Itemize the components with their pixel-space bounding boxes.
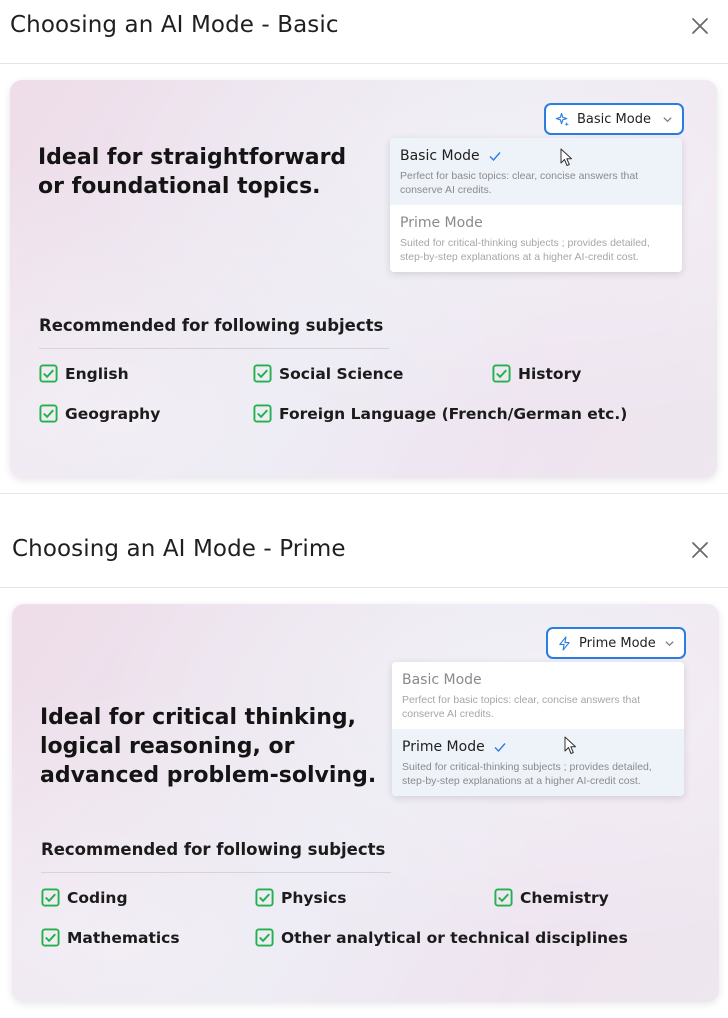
- subject-label: Chemistry: [520, 888, 609, 907]
- mode-dropdown-menu: Basic Mode Perfect for basic topics: cle…: [390, 138, 682, 272]
- recommended-title: Recommended for following subjects: [39, 316, 384, 335]
- close-icon: [692, 18, 708, 34]
- mode-select-dropdown[interactable]: Prime Mode: [546, 627, 686, 659]
- mode-select-label: Basic Mode: [577, 111, 651, 127]
- prime-mode-dialog: Choosing an AI Mode - Prime Ideal for cr…: [0, 524, 728, 1018]
- dialog-header: Choosing an AI Mode - Prime: [0, 524, 728, 588]
- mode-info-card: Ideal for straightforward or foundationa…: [10, 80, 717, 478]
- close-button[interactable]: [690, 540, 710, 560]
- subject-item: History: [492, 364, 581, 383]
- subject-item: Social Science: [253, 364, 403, 383]
- subject-item: English: [39, 364, 129, 383]
- checkbox-checked-icon: [41, 888, 60, 907]
- menu-item-description: Perfect for basic topics: clear, concise…: [400, 170, 639, 196]
- subject-label: Geography: [65, 404, 161, 423]
- close-button[interactable]: [690, 16, 710, 36]
- menu-item-prime-mode[interactable]: Prime Mode Suited for critical-thinking …: [390, 205, 682, 272]
- checkmark-icon: [489, 152, 501, 162]
- basic-mode-dialog: Choosing an AI Mode - Basic Ideal for st…: [0, 0, 728, 494]
- subject-label: Coding: [67, 888, 128, 907]
- subject-label: English: [65, 364, 129, 383]
- divider: [39, 348, 389, 349]
- subject-item: Chemistry: [494, 888, 609, 907]
- checkbox-checked-icon: [39, 404, 58, 423]
- checkbox-checked-icon: [39, 364, 58, 383]
- close-icon: [692, 542, 708, 558]
- checkmark-icon: [494, 743, 506, 753]
- menu-item-title: Prime Mode: [402, 739, 485, 755]
- menu-item-prime-mode[interactable]: Prime Mode Suited for critical-thinking …: [392, 729, 684, 796]
- divider: [41, 872, 391, 873]
- checkbox-checked-icon: [255, 928, 274, 947]
- checkbox-checked-icon: [41, 928, 60, 947]
- lightning-icon: [559, 635, 570, 651]
- mode-info-card: Ideal for critical thinking, logical rea…: [12, 604, 719, 1002]
- subject-label: Other analytical or technical discipline…: [281, 928, 628, 947]
- subject-label: Social Science: [279, 364, 404, 383]
- menu-item-description: Suited for critical-thinking subjects ; …: [402, 761, 652, 787]
- subject-item: Other analytical or technical discipline…: [255, 928, 628, 947]
- subject-item: Physics: [255, 888, 346, 907]
- mode-headline: Ideal for critical thinking, logical rea…: [40, 705, 377, 788]
- checkbox-checked-icon: [494, 888, 513, 907]
- mode-select-label: Prime Mode: [579, 635, 656, 651]
- subject-label: Foreign Language (French/German etc.): [279, 404, 628, 423]
- dialog-header: Choosing an AI Mode - Basic: [0, 0, 728, 64]
- dialog-title: Choosing an AI Mode - Basic: [10, 12, 339, 38]
- menu-item-basic-mode[interactable]: Basic Mode Perfect for basic topics: cle…: [390, 138, 682, 205]
- menu-item-basic-mode[interactable]: Basic Mode Perfect for basic topics: cle…: [392, 662, 684, 729]
- chevron-down-icon: [663, 116, 672, 122]
- dialog-title: Choosing an AI Mode - Prime: [12, 536, 346, 562]
- menu-item-title: Basic Mode: [400, 148, 480, 164]
- checkbox-checked-icon: [253, 364, 272, 383]
- chevron-down-icon: [665, 640, 674, 646]
- subject-item: Geography: [39, 404, 160, 423]
- mouse-cursor-icon: [560, 148, 572, 166]
- mode-headline: Ideal for straightforward or foundationa…: [38, 145, 347, 199]
- checkbox-checked-icon: [253, 404, 272, 423]
- subject-item: Foreign Language (French/German etc.): [253, 404, 627, 423]
- menu-item-description: Perfect for basic topics: clear, concise…: [402, 694, 641, 720]
- checkbox-checked-icon: [255, 888, 274, 907]
- subject-item: Mathematics: [41, 928, 180, 947]
- recommended-title: Recommended for following subjects: [41, 840, 386, 859]
- subject-label: History: [518, 364, 582, 383]
- mode-select-dropdown[interactable]: Basic Mode: [544, 103, 684, 135]
- subject-label: Physics: [281, 888, 347, 907]
- checkbox-checked-icon: [492, 364, 511, 383]
- mouse-cursor-icon: [564, 736, 576, 754]
- menu-item-title: Basic Mode: [402, 672, 482, 688]
- mode-dropdown-menu: Basic Mode Perfect for basic topics: cle…: [392, 662, 684, 796]
- menu-item-title: Prime Mode: [400, 215, 483, 231]
- subject-label: Mathematics: [67, 928, 180, 947]
- sparkle-icon: [555, 112, 570, 127]
- menu-item-description: Suited for critical-thinking subjects ; …: [400, 237, 650, 263]
- subject-item: Coding: [41, 888, 128, 907]
